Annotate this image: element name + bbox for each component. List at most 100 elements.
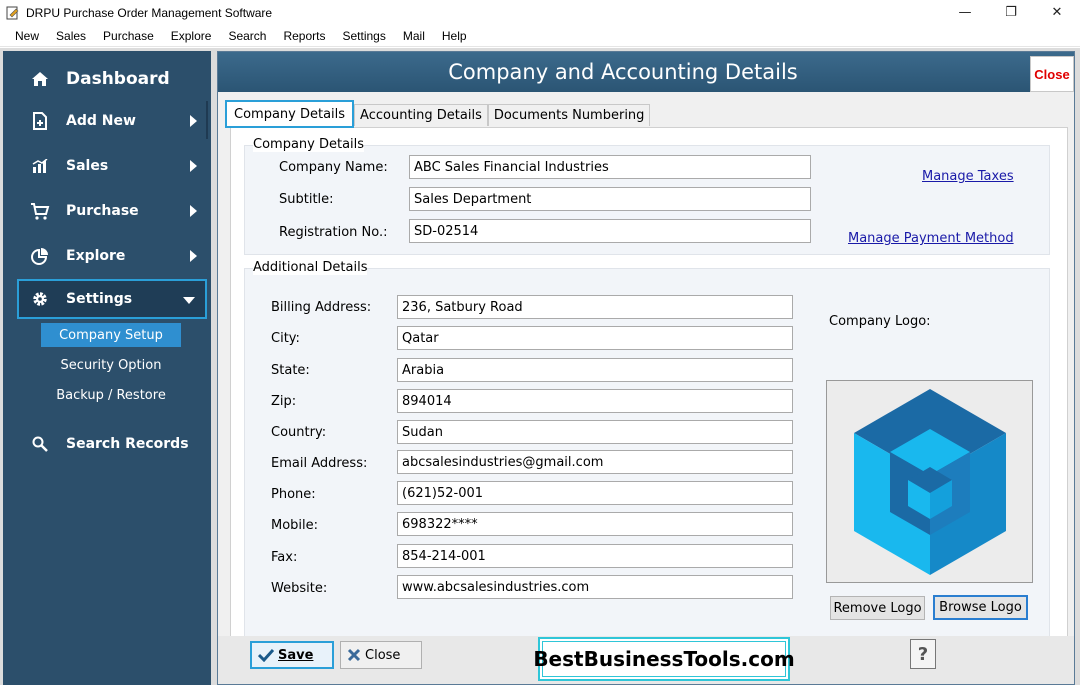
cube-logo-icon — [853, 388, 1006, 575]
sidebar-item-dashboard[interactable]: Dashboard — [3, 59, 211, 99]
company-name-label: Company Name: — [279, 160, 388, 175]
menu-reports[interactable]: Reports — [275, 29, 333, 43]
company-details-group-title: Company Details — [253, 137, 365, 152]
email-address-label: Email Address: — [271, 456, 368, 471]
sidebar-label-dashboard: Dashboard — [66, 69, 170, 89]
mobile-field[interactable]: 698322**** — [397, 512, 793, 536]
state-field[interactable]: Arabia — [397, 358, 793, 382]
sidebar-item-search-records[interactable]: Search Records — [3, 424, 211, 464]
manage-payment-method-link[interactable]: Manage Payment Method — [848, 231, 1014, 246]
company-logo-image[interactable] — [826, 380, 1033, 583]
save-button-label: Save — [278, 647, 314, 663]
tab-company-details[interactable]: Company Details — [225, 100, 355, 128]
tab-accounting-details[interactable]: Accounting Details — [354, 104, 488, 126]
tab-bar: Company Details Accounting Details Docum… — [225, 100, 651, 128]
state-label: State: — [271, 363, 310, 378]
brand-banner: BestBusinessTools.com — [533, 637, 795, 681]
zip-label: Zip: — [271, 394, 297, 409]
sidebar-item-add-new[interactable]: Add New — [3, 101, 211, 141]
cart-icon — [30, 201, 50, 221]
app-icon — [6, 6, 19, 19]
subtitle-label: Subtitle: — [279, 192, 334, 207]
company-name-field[interactable]: ABC Sales Financial Industries — [409, 155, 811, 179]
chevron-right-icon — [190, 205, 197, 217]
sidebar-label-explore: Explore — [66, 248, 126, 264]
sidebar-item-settings[interactable]: Settings — [17, 279, 207, 319]
window-titlebar: DRPU Purchase Order Management Software … — [0, 0, 1080, 25]
sidebar-label-purchase: Purchase — [66, 203, 139, 219]
restore-button[interactable]: ❐ — [988, 0, 1034, 25]
billing-address-label: Billing Address: — [271, 300, 372, 315]
sidebar-label-add-new: Add New — [66, 113, 136, 129]
sidebar-item-purchase[interactable]: Purchase — [3, 191, 211, 231]
sidebar-item-sales[interactable]: Sales — [3, 146, 211, 186]
menu-mail[interactable]: Mail — [395, 29, 433, 43]
sidebar-label-settings: Settings — [66, 291, 133, 307]
registration-field[interactable]: SD-02514 — [409, 219, 811, 243]
country-field[interactable]: Sudan — [397, 420, 793, 444]
email-address-field[interactable]: abcsalesindustries@gmail.com — [397, 450, 793, 474]
bottom-bar: Save Close BestBusinessTools.com ? — [218, 636, 1074, 684]
sidebar-divider — [206, 101, 208, 139]
chevron-down-icon — [183, 297, 195, 304]
subtitle-field[interactable]: Sales Department — [409, 187, 811, 211]
sidebar-subitem-security-option[interactable]: Security Option — [41, 353, 181, 377]
menu-purchase[interactable]: Purchase — [95, 29, 162, 43]
menu-explore[interactable]: Explore — [163, 29, 220, 43]
header-close-button[interactable]: Close — [1030, 56, 1074, 92]
page-title: Company and Accounting Details — [448, 60, 798, 84]
tab-documents-numbering[interactable]: Documents Numbering — [487, 104, 651, 126]
browse-logo-button[interactable]: Browse Logo — [933, 595, 1028, 620]
brand-text: BestBusinessTools.com — [533, 641, 795, 677]
tab-panel-company-details: Company Details Company Name: ABC Sales … — [230, 127, 1068, 679]
phone-field[interactable]: (621)52-001 — [397, 481, 793, 505]
company-logo-label: Company Logo: — [829, 314, 931, 329]
window-controls: — ❐ ✕ — [942, 0, 1080, 25]
city-field[interactable]: Qatar — [397, 326, 793, 350]
menu-search[interactable]: Search — [220, 29, 274, 43]
city-label: City: — [271, 331, 300, 346]
sidebar-label-sales: Sales — [66, 158, 109, 174]
website-field[interactable]: www.abcsalesindustries.com — [397, 575, 793, 599]
add-document-icon — [30, 111, 50, 131]
minimize-button[interactable]: — — [942, 0, 988, 25]
mobile-label: Mobile: — [271, 518, 319, 533]
save-button[interactable]: Save — [250, 641, 334, 669]
remove-logo-button[interactable]: Remove Logo — [830, 596, 925, 620]
additional-details-group-title: Additional Details — [253, 260, 368, 275]
main-panel: Company and Accounting Details Close Com… — [217, 51, 1075, 685]
checkmark-icon — [258, 648, 274, 662]
home-icon — [30, 69, 50, 89]
sidebar-subitem-company-setup[interactable]: Company Setup — [41, 323, 181, 347]
pie-chart-icon — [30, 246, 50, 266]
window-close-button[interactable]: ✕ — [1034, 0, 1080, 25]
fax-field[interactable]: 854-214-001 — [397, 544, 793, 568]
help-button[interactable]: ? — [910, 639, 936, 669]
chevron-right-icon — [190, 115, 197, 127]
billing-address-field[interactable]: 236, Satbury Road — [397, 295, 793, 319]
menu-sales[interactable]: Sales — [48, 29, 94, 43]
company-details-group: Company Details Company Name: ABC Sales … — [244, 137, 1050, 255]
gear-icon — [30, 289, 50, 309]
close-x-icon — [347, 648, 361, 662]
panel-header: Company and Accounting Details Close — [218, 52, 1074, 92]
sidebar-item-explore[interactable]: Explore — [3, 236, 211, 276]
close-button[interactable]: Close — [340, 641, 422, 669]
window-title: DRPU Purchase Order Management Software — [26, 5, 273, 20]
sidebar-label-search-records: Search Records — [66, 436, 189, 452]
app-frame: Dashboard Add New Sales Purchase Explore… — [0, 48, 1080, 685]
chevron-right-icon — [190, 160, 197, 172]
sidebar: Dashboard Add New Sales Purchase Explore… — [3, 51, 211, 685]
website-label: Website: — [271, 581, 328, 596]
search-icon — [30, 434, 50, 454]
zip-field[interactable]: 894014 — [397, 389, 793, 413]
sidebar-subitem-backup-restore[interactable]: Backup / Restore — [41, 383, 181, 407]
manage-taxes-link[interactable]: Manage Taxes — [922, 169, 1014, 184]
menu-help[interactable]: Help — [434, 29, 475, 43]
menu-new[interactable]: New — [7, 29, 47, 43]
bar-chart-icon — [30, 156, 50, 176]
menu-bar: New Sales Purchase Explore Search Report… — [0, 25, 1080, 47]
menu-settings[interactable]: Settings — [335, 29, 394, 43]
registration-label: Registration No.: — [279, 225, 388, 240]
close-button-label: Close — [365, 647, 401, 663]
